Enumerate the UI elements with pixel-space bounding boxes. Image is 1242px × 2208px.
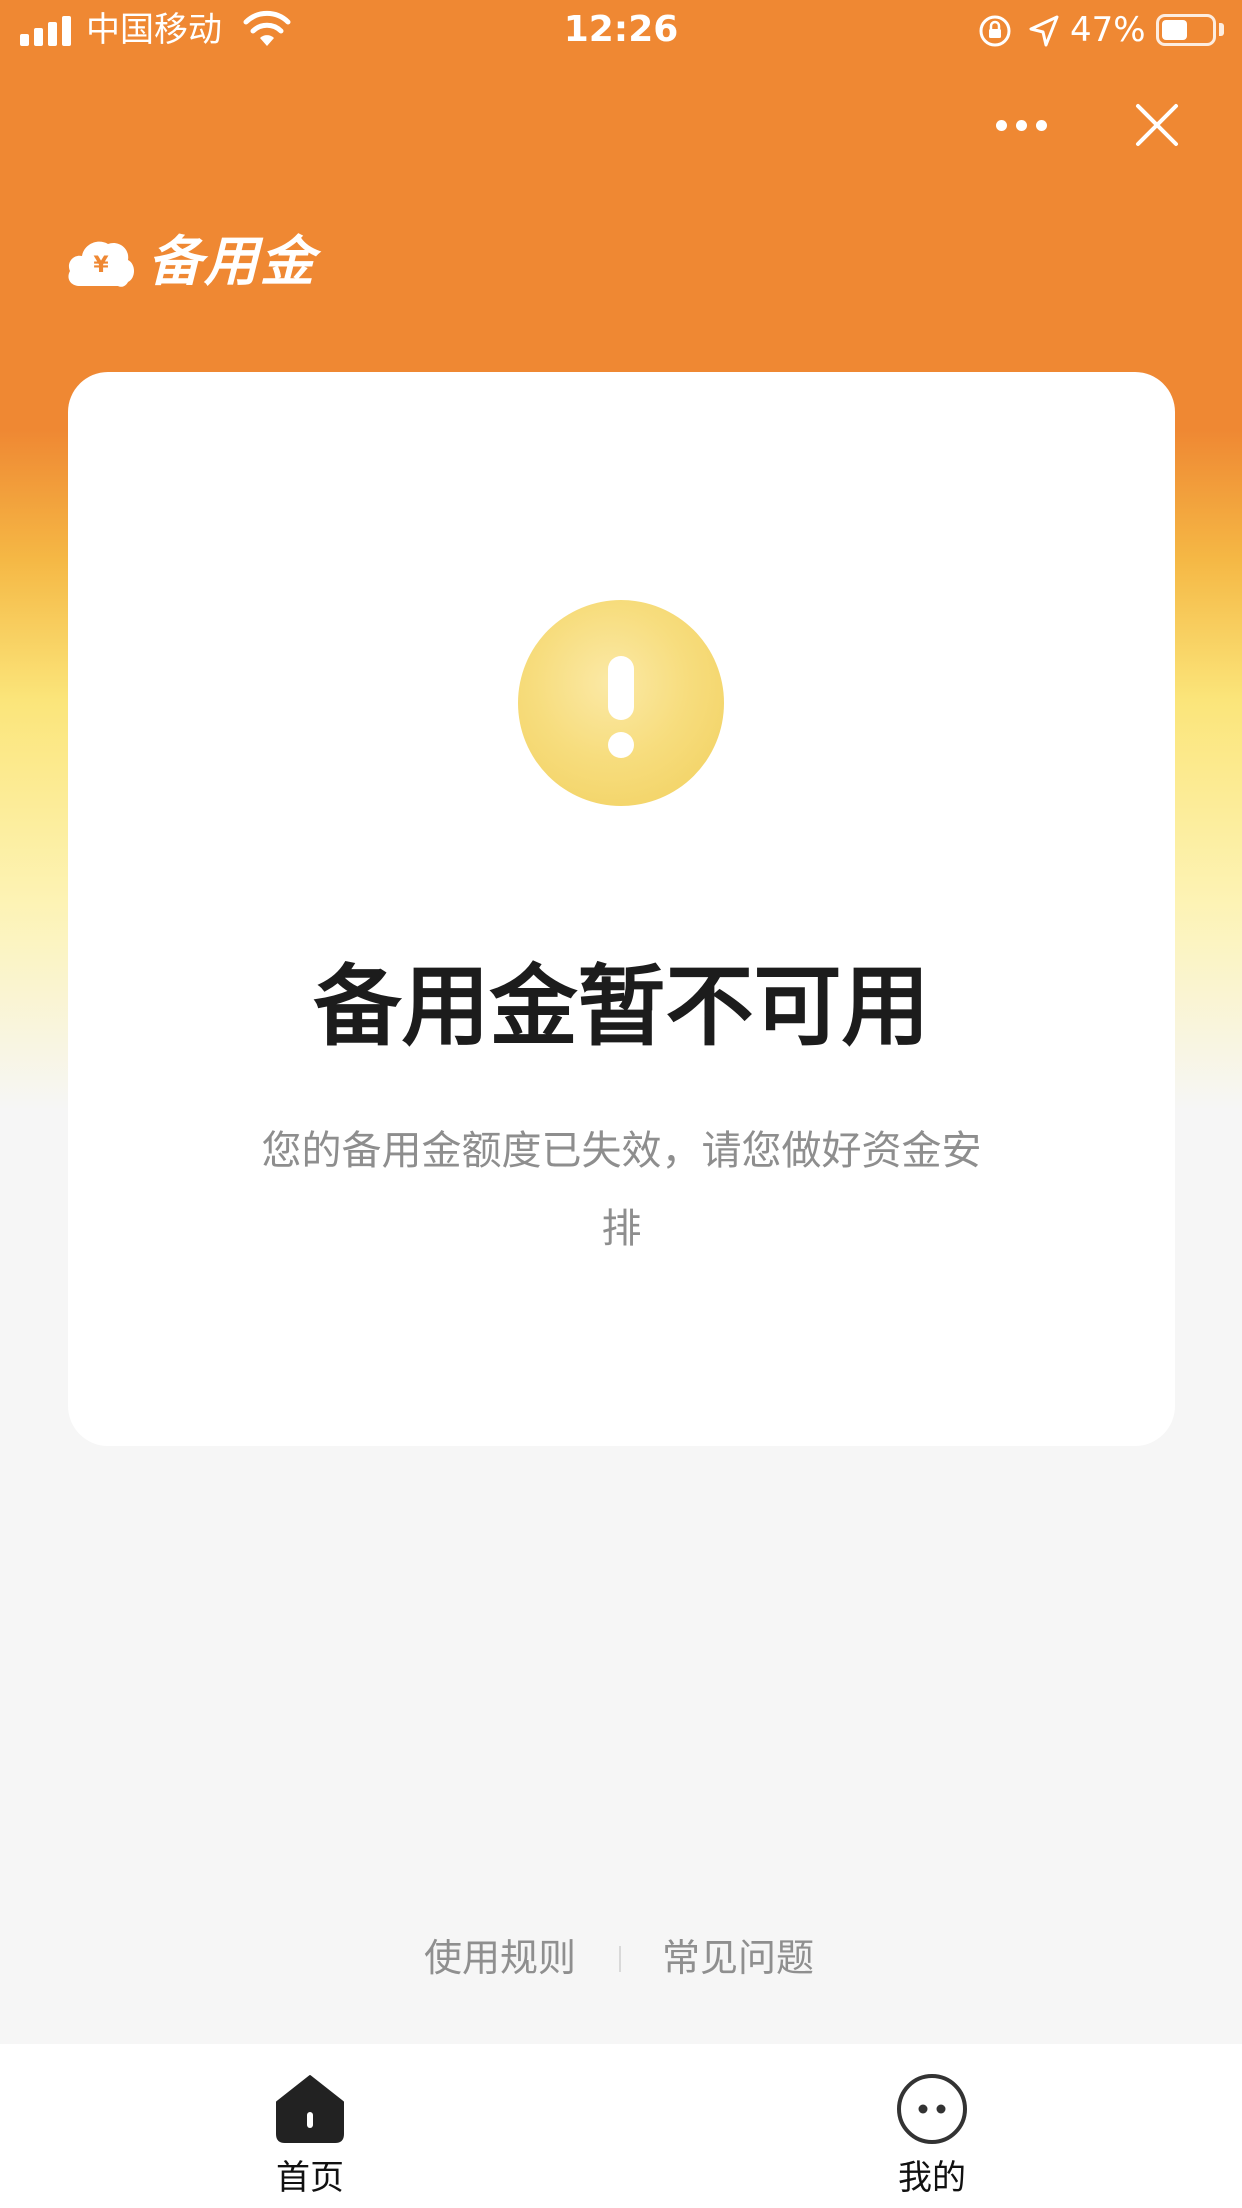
faq-link[interactable]: 常见问题 xyxy=(662,1930,814,1986)
svg-text:¥: ¥ xyxy=(93,253,109,278)
brand-title: 备用金 xyxy=(148,230,316,293)
warning-icon xyxy=(518,600,724,806)
coin-cloud-icon: ¥ xyxy=(68,241,134,287)
more-dots-icon xyxy=(996,120,1007,131)
usage-rules-link[interactable]: 使用规则 xyxy=(424,1930,576,1986)
status-card: 备用金暂不可用 您的备用金额度已失效，请您做好资金安排 xyxy=(68,372,1175,1446)
profile-icon xyxy=(897,2074,967,2144)
close-icon xyxy=(1136,104,1178,146)
more-options-button[interactable] xyxy=(996,100,1060,150)
tab-home-label: 首页 xyxy=(276,2158,344,2198)
tab-home[interactable]: 首页 xyxy=(190,2044,430,2208)
location-icon xyxy=(1029,15,1059,47)
orientation-lock-icon xyxy=(979,15,1011,47)
tab-mine[interactable]: 我的 xyxy=(812,2044,1052,2208)
close-button[interactable] xyxy=(1132,100,1182,150)
home-icon xyxy=(276,2075,344,2143)
tab-mine-label: 我的 xyxy=(898,2158,966,2198)
battery-percent: 47% xyxy=(1070,10,1146,50)
card-description: 您的备用金额度已失效，请您做好资金安排 xyxy=(261,1128,982,1252)
status-bar: 中国移动 12:26 47% xyxy=(0,0,1242,62)
card-title: 备用金暂不可用 xyxy=(313,955,930,1058)
battery-icon xyxy=(1156,14,1216,46)
tab-bar: 首页 我的 xyxy=(0,2044,1242,2208)
battery-cap xyxy=(1219,23,1224,36)
footer-links: 使用规则 常见问题 xyxy=(0,1930,1242,1986)
link-divider xyxy=(619,1946,621,1972)
